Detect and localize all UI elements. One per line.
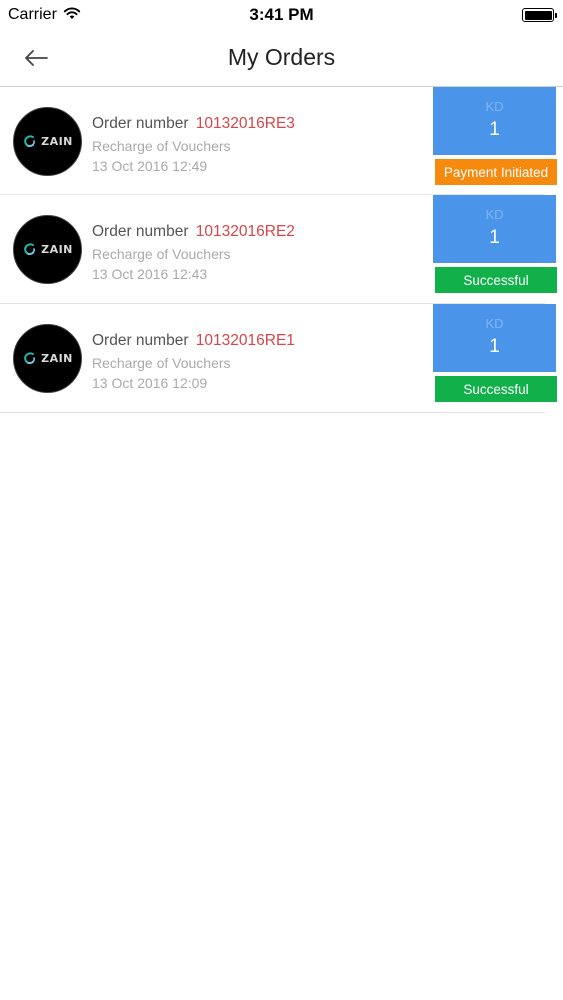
order-row[interactable]: ZAIN Order number 10132016RE3 Recharge o… <box>0 87 557 195</box>
screen: Carrier 3:41 PM My Orders ZAIN Order num… <box>0 0 563 1000</box>
order-row[interactable]: ZAIN Order number 10132016RE1 Recharge o… <box>0 304 557 413</box>
logo-text: ZAIN <box>41 243 73 256</box>
amount-value: 1 <box>489 227 500 248</box>
order-line: Order number 10132016RE3 <box>92 115 295 133</box>
amount-value: 1 <box>489 119 500 140</box>
order-line: Order number 10132016RE1 <box>92 332 295 350</box>
currency-label: KD <box>485 207 504 222</box>
status-bar: Carrier 3:41 PM <box>0 0 563 30</box>
order-number: 10132016RE3 <box>195 115 295 132</box>
zain-swirl-icon <box>24 135 36 147</box>
order-date: 13 Oct 2016 12:43 <box>92 266 208 282</box>
status-badge: Payment Initiated <box>435 159 557 185</box>
wifi-icon <box>63 6 81 25</box>
order-number: 10132016RE1 <box>195 332 295 349</box>
zain-swirl-icon <box>24 352 36 364</box>
order-info: Order number 10132016RE2 Recharge of Vou… <box>92 223 295 282</box>
zain-logo-avatar: ZAIN <box>13 324 82 393</box>
page-title: My Orders <box>227 44 336 70</box>
order-list: ZAIN Order number 10132016RE3 Recharge o… <box>0 87 563 413</box>
logo-text: ZAIN <box>41 352 73 365</box>
status-time: 3:41 PM <box>249 5 314 24</box>
amount-box: KD 1 <box>433 87 556 155</box>
currency-label: KD <box>485 99 504 114</box>
amount-value: 1 <box>489 336 500 357</box>
amount-box: KD 1 <box>433 304 556 372</box>
status-left: Carrier <box>8 6 81 25</box>
order-date: 13 Oct 2016 12:09 <box>92 375 208 391</box>
order-number-label: Order number <box>92 115 189 132</box>
order-row[interactable]: ZAIN Order number 10132016RE2 Recharge o… <box>0 195 557 304</box>
battery-icon <box>522 8 557 22</box>
amount-box: KD 1 <box>433 195 556 263</box>
zain-swirl-icon <box>24 243 36 255</box>
carrier-label: Carrier <box>8 6 57 23</box>
order-line: Order number 10132016RE2 <box>92 223 295 241</box>
order-description: Recharge of Vouchers <box>92 355 231 371</box>
order-info: Order number 10132016RE3 Recharge of Vou… <box>92 115 295 174</box>
order-number: 10132016RE2 <box>195 223 295 240</box>
currency-label: KD <box>485 316 504 331</box>
order-info: Order number 10132016RE1 Recharge of Vou… <box>92 332 295 391</box>
status-badge: Successful <box>435 376 557 402</box>
logo-text: ZAIN <box>41 135 73 148</box>
zain-logo-avatar: ZAIN <box>13 107 82 176</box>
order-description: Recharge of Vouchers <box>92 138 231 154</box>
order-number-label: Order number <box>92 332 189 349</box>
battery-level <box>524 10 552 20</box>
zain-logo-avatar: ZAIN <box>13 215 82 284</box>
order-description: Recharge of Vouchers <box>92 246 231 262</box>
order-date: 13 Oct 2016 12:49 <box>92 158 208 174</box>
order-number-label: Order number <box>92 223 189 240</box>
status-badge: Successful <box>435 267 557 293</box>
nav-bar: My Orders <box>0 30 563 87</box>
